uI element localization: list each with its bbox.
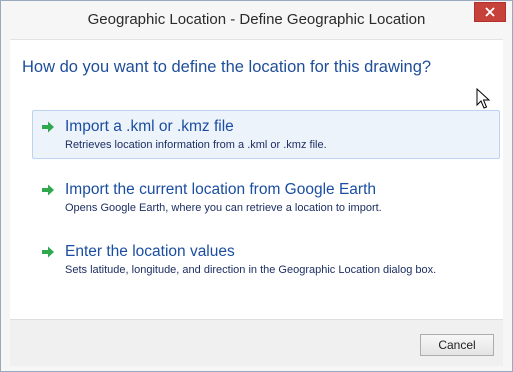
option-description: Retrieves location information from a .k… [65, 139, 327, 151]
green-arrow-icon [42, 121, 54, 133]
cancel-button[interactable]: Cancel [420, 334, 494, 356]
option-title: Import the current location from Google … [65, 181, 377, 198]
dialog-footer: Cancel [10, 319, 503, 366]
close-button[interactable] [474, 2, 506, 22]
content-area: How do you want to define the location f… [10, 39, 503, 320]
main-instruction: How do you want to define the location f… [22, 58, 432, 76]
option-import-kml[interactable]: Import a .kml or .kmz file Retrieves loc… [32, 110, 500, 159]
window-title: Geographic Location - Define Geographic … [87, 11, 426, 28]
mouse-cursor-icon [476, 88, 490, 109]
option-enter-location-values[interactable]: Enter the location values Sets latitude,… [32, 235, 500, 284]
title-bar[interactable]: Geographic Location - Define Geographic … [1, 1, 512, 39]
green-arrow-icon [42, 184, 54, 196]
option-description: Opens Google Earth, where you can retrie… [65, 202, 382, 214]
option-title: Enter the location values [65, 243, 235, 260]
option-import-google-earth[interactable]: Import the current location from Google … [32, 173, 500, 222]
green-arrow-icon [42, 246, 54, 258]
dialog-window: Geographic Location - Define Geographic … [0, 0, 513, 372]
option-description: Sets latitude, longitude, and direction … [65, 264, 437, 276]
option-title: Import a .kml or .kmz file [65, 118, 234, 135]
close-icon [485, 7, 495, 17]
